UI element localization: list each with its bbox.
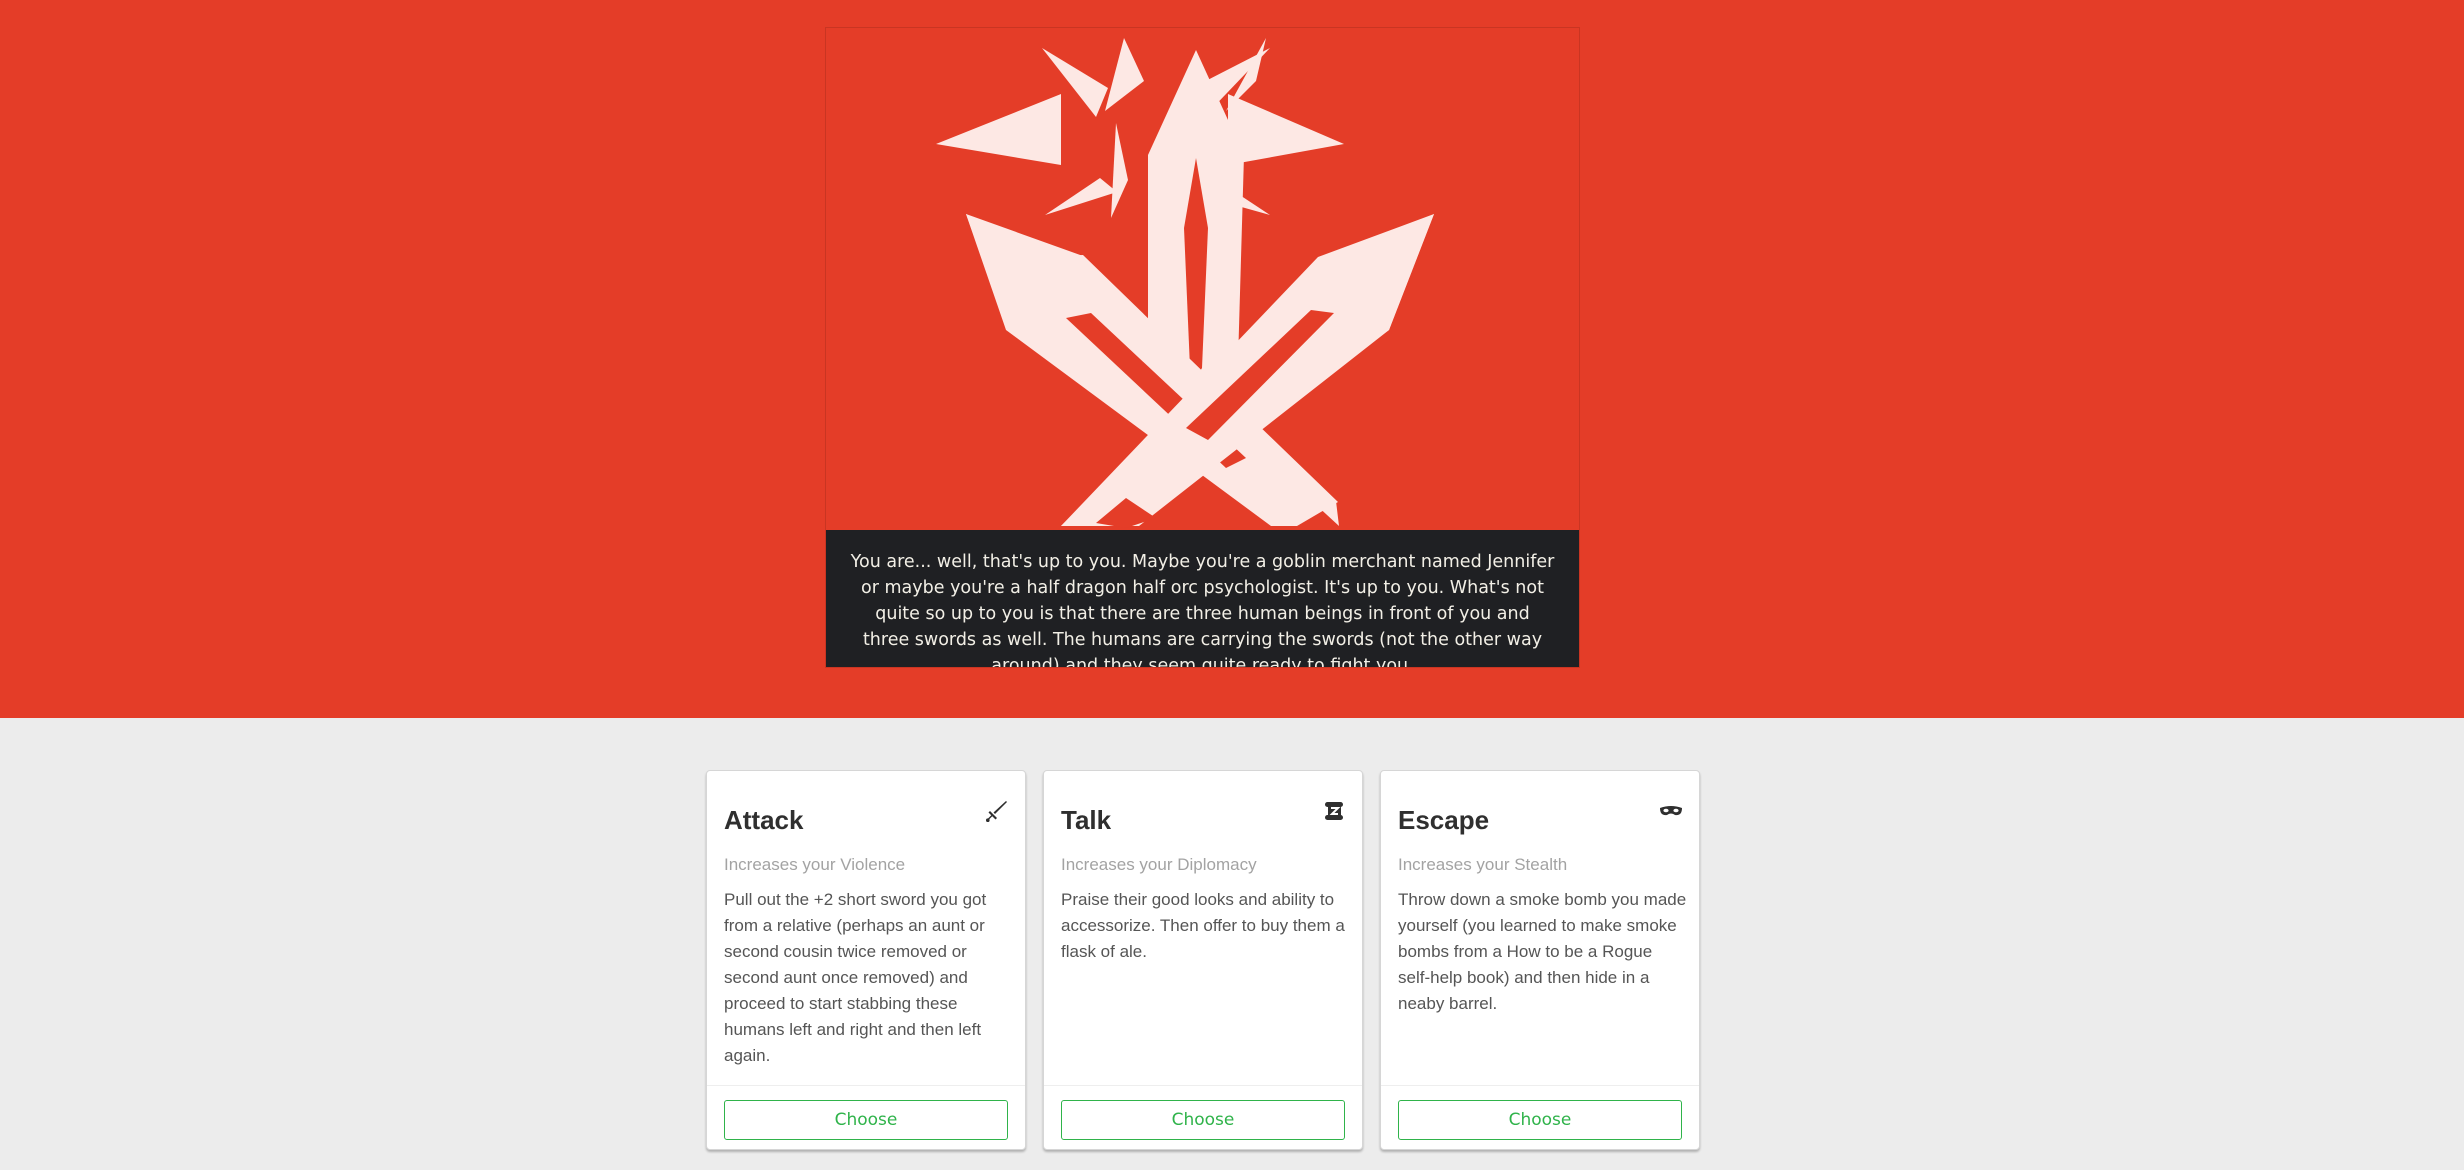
burst-spike xyxy=(1111,123,1128,218)
choice-card-attack: Attack Increases your Violence Pull out … xyxy=(706,770,1026,1150)
choice-description: Pull out the +2 short sword you got from… xyxy=(724,890,987,1065)
choice-title: Attack xyxy=(724,805,804,835)
choices-row: Attack Increases your Violence Pull out … xyxy=(706,770,1746,1170)
choice-subtitle: Increases your Diplomacy xyxy=(1061,855,1257,874)
mask-icon xyxy=(1660,806,1682,816)
choice-card-talk: Talk Increases your Diplomacy Praise the… xyxy=(1043,770,1363,1150)
choice-footer: Choose xyxy=(1381,1085,1699,1149)
choice-card-escape: Escape Increases your Stealth Throw down… xyxy=(1380,770,1700,1150)
choice-subtitle: Increases your Violence xyxy=(724,855,906,874)
story-caption: You are... well, that's up to you. Maybe… xyxy=(826,530,1579,667)
story-card: You are... well, that's up to you. Maybe… xyxy=(825,27,1580,668)
emblem-area xyxy=(826,28,1579,529)
choice-title: Escape xyxy=(1398,805,1490,835)
choose-escape-button[interactable]: Choose xyxy=(1398,1100,1682,1140)
choice-description: Praise their good looks and ability to a… xyxy=(1061,890,1345,961)
choice-footer: Choose xyxy=(1044,1085,1362,1149)
burst-spike xyxy=(1105,38,1144,111)
choose-talk-button[interactable]: Choose xyxy=(1061,1100,1345,1140)
crossed-swords-burst-icon xyxy=(936,38,1434,528)
choice-title: Talk xyxy=(1061,805,1112,835)
burst-spike xyxy=(936,94,1061,165)
choice-description: Throw down a smoke bomb you made yoursel… xyxy=(1398,890,1687,1013)
hero-banner: You are... well, that's up to you. Maybe… xyxy=(0,0,2464,718)
sword-icon xyxy=(986,801,1007,822)
choice-footer: Choose xyxy=(707,1085,1025,1149)
burst-spike xyxy=(1228,94,1344,165)
choose-attack-button[interactable]: Choose xyxy=(724,1100,1008,1140)
scroll-icon xyxy=(1325,802,1343,820)
burst-spike xyxy=(1045,178,1117,215)
choice-subtitle: Increases your Stealth xyxy=(1398,855,1568,874)
